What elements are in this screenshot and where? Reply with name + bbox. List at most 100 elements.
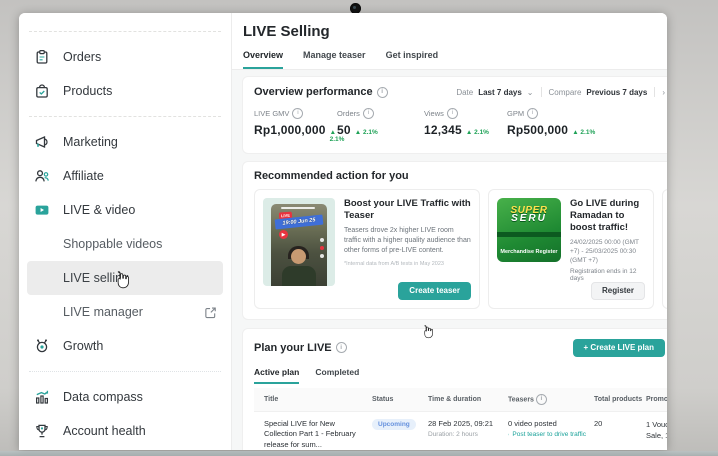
sidebar-item-growth[interactable]: Growth bbox=[27, 329, 223, 363]
action-card-body: Teasers drove 2x higher LIVE room traffi… bbox=[344, 226, 471, 256]
info-icon[interactable]: i bbox=[363, 108, 374, 119]
teaser-count: 0 video posted bbox=[508, 419, 586, 428]
megaphone-icon bbox=[33, 134, 50, 151]
info-icon[interactable]: i bbox=[527, 108, 538, 119]
trophy-icon bbox=[33, 423, 50, 440]
tab-completed[interactable]: Completed bbox=[315, 367, 359, 384]
growth-mascot-icon bbox=[33, 338, 50, 355]
column-header-teasers: Teasers i bbox=[504, 388, 590, 412]
overview-performance-card: Overview performance i Date Last 7 days … bbox=[242, 76, 667, 154]
metric-orders: Ordersi 50▲ 2.1% bbox=[337, 108, 424, 143]
tab-active-plan[interactable]: Active plan bbox=[254, 367, 299, 384]
recommended-actions-card: Recommended action for you LIVE 19:00 Ju… bbox=[242, 161, 667, 320]
page-tabs: Overview Manage teaser Get inspired bbox=[243, 50, 667, 69]
sidebar-item-label: Marketing bbox=[63, 135, 118, 149]
info-icon[interactable]: i bbox=[336, 342, 347, 353]
sidebar-item-label: Data compass bbox=[63, 390, 143, 404]
info-icon[interactable]: i bbox=[536, 394, 547, 405]
register-button[interactable]: Register bbox=[591, 282, 645, 300]
delta-up: ▲ 2.1% bbox=[572, 129, 595, 136]
app-window: Orders Products Marketing Affiliate bbox=[19, 13, 667, 450]
create-live-plan-button[interactable]: + Create LIVE plan bbox=[573, 339, 665, 357]
screen-bezel bbox=[0, 451, 718, 456]
page-content: Overview performance i Date Last 7 days … bbox=[232, 70, 667, 450]
sidebar-divider bbox=[29, 31, 221, 32]
create-teaser-button[interactable]: Create teaser bbox=[398, 282, 471, 300]
chevron-right-icon[interactable]: › bbox=[662, 88, 665, 97]
total-products: 20 bbox=[590, 411, 642, 450]
sidebar-item-label: Affiliate bbox=[63, 169, 104, 183]
external-link-icon bbox=[204, 306, 217, 319]
column-header-title: Title bbox=[254, 388, 368, 412]
main-area: LIVE Selling Overview Manage teaser Get … bbox=[232, 13, 667, 450]
sidebar-item-label: Growth bbox=[63, 339, 103, 353]
sidebar-item-live-manager[interactable]: LIVE manager bbox=[27, 295, 223, 329]
campaign-dates: 24/02/2025 00:00 (GMT +7) - 25/03/2025 0… bbox=[570, 238, 645, 265]
sidebar-item-label: LIVE manager bbox=[63, 305, 143, 319]
sidebar-item-affiliate[interactable]: Affiliate bbox=[27, 159, 223, 193]
teaser-thumbnail: LIVE 19:00 Jun 25 ▶ bbox=[263, 198, 335, 286]
info-icon[interactable]: i bbox=[292, 108, 303, 119]
page-title: LIVE Selling bbox=[243, 23, 667, 40]
compare-select[interactable]: Previous 7 days bbox=[586, 88, 647, 97]
action-card-title: Go LIVE during Ramadan to boost traffic! bbox=[570, 198, 645, 234]
action-card-clipped: G Do L 24% bbox=[662, 189, 667, 309]
column-header-time: Time & duration bbox=[424, 388, 504, 412]
live-plan-table: Title Status Time & duration Teasers i T… bbox=[254, 388, 667, 450]
recommended-title: Recommended action for you bbox=[254, 170, 667, 182]
sidebar-item-label: LIVE selling bbox=[63, 271, 129, 285]
sidebar-item-products[interactable]: Products bbox=[27, 74, 223, 108]
info-icon[interactable]: i bbox=[447, 108, 458, 119]
action-card-footnote: *Internal data from A/B tests in May 202… bbox=[344, 261, 471, 267]
sidebar-item-account-health[interactable]: Account health bbox=[27, 414, 223, 448]
sidebar-item-data-compass[interactable]: Data compass bbox=[27, 380, 223, 414]
date-range-select[interactable]: Last 7 days bbox=[478, 88, 522, 97]
sidebar-item-label: Orders bbox=[63, 50, 101, 64]
action-card-teaser: LIVE 19:00 Jun 25 ▶ Boost your LIVE Traf… bbox=[254, 189, 480, 309]
tab-manage-teaser[interactable]: Manage teaser bbox=[303, 50, 366, 69]
column-header-total-products: Total products bbox=[590, 388, 642, 412]
overview-performance-title: Overview performance i bbox=[254, 86, 388, 98]
action-card-ramadan: SUPER SERU Merchandise Register Go LIVE … bbox=[488, 189, 654, 309]
compare-label: Compare bbox=[549, 88, 582, 97]
delta-up: ▲ 2.1% bbox=[466, 129, 489, 136]
info-icon[interactable]: i bbox=[377, 87, 388, 98]
registration-deadline: Registration ends in 12 days bbox=[570, 268, 645, 282]
teaser-link-icon bbox=[508, 431, 509, 438]
affiliate-people-icon bbox=[33, 168, 50, 185]
sidebar-item-orders[interactable]: Orders bbox=[27, 40, 223, 74]
delta-up: ▲ 2.1% bbox=[355, 129, 378, 136]
post-teaser-link[interactable]: Post teaser to drive traffic bbox=[508, 431, 586, 438]
date-label: Date bbox=[456, 88, 473, 97]
ramadan-campaign-thumbnail: SUPER SERU Merchandise Register bbox=[497, 198, 561, 262]
tab-get-inspired[interactable]: Get inspired bbox=[386, 50, 439, 69]
sidebar-divider bbox=[29, 371, 221, 372]
sidebar-item-live-video[interactable]: LIVE & video bbox=[27, 193, 223, 227]
tab-overview[interactable]: Overview bbox=[243, 50, 283, 69]
sidebar-item-label: Products bbox=[63, 84, 112, 98]
column-header-status: Status bbox=[368, 388, 424, 412]
column-header-promotions: Promotions bbox=[642, 388, 667, 412]
plan-your-live-card: Plan your LIVE i + Create LIVE plan Acti… bbox=[242, 328, 667, 450]
page-header: LIVE Selling Overview Manage teaser Get … bbox=[232, 13, 667, 70]
metrics-row: LIVE GMVi Rp1,000,000▲ 2.1% Ordersi 50▲ … bbox=[254, 108, 665, 143]
plan-duration: Duration: 2 hours bbox=[428, 431, 500, 438]
live-video-icon bbox=[33, 202, 50, 219]
table-row: Special LIVE for New Collection Part 1 -… bbox=[254, 411, 667, 450]
sidebar: Orders Products Marketing Affiliate bbox=[19, 13, 232, 450]
metric-gpm: GPMi Rp500,000▲ 2.1% bbox=[507, 108, 665, 143]
metric-views: Viewsi 12,345▲ 2.1% bbox=[424, 108, 507, 143]
sidebar-item-live-selling[interactable]: LIVE selling bbox=[27, 261, 223, 295]
sidebar-item-shoppable-videos[interactable]: Shoppable videos bbox=[27, 227, 223, 261]
data-compass-chart-icon bbox=[33, 389, 50, 406]
plan-title: Plan your LIVE i bbox=[254, 342, 347, 354]
play-icon: ▶ bbox=[279, 230, 288, 239]
clipboard-icon bbox=[33, 49, 50, 66]
bag-icon bbox=[33, 83, 50, 100]
plan-tabs: Active plan Completed bbox=[254, 367, 667, 384]
sidebar-item-label: Shoppable videos bbox=[63, 237, 162, 251]
chevron-down-icon[interactable]: ⌄ bbox=[527, 88, 534, 97]
metric-live-gmv: LIVE GMVi Rp1,000,000▲ 2.1% bbox=[254, 108, 337, 143]
sidebar-item-marketing[interactable]: Marketing bbox=[27, 125, 223, 159]
sidebar-item-label: Account health bbox=[63, 424, 146, 438]
